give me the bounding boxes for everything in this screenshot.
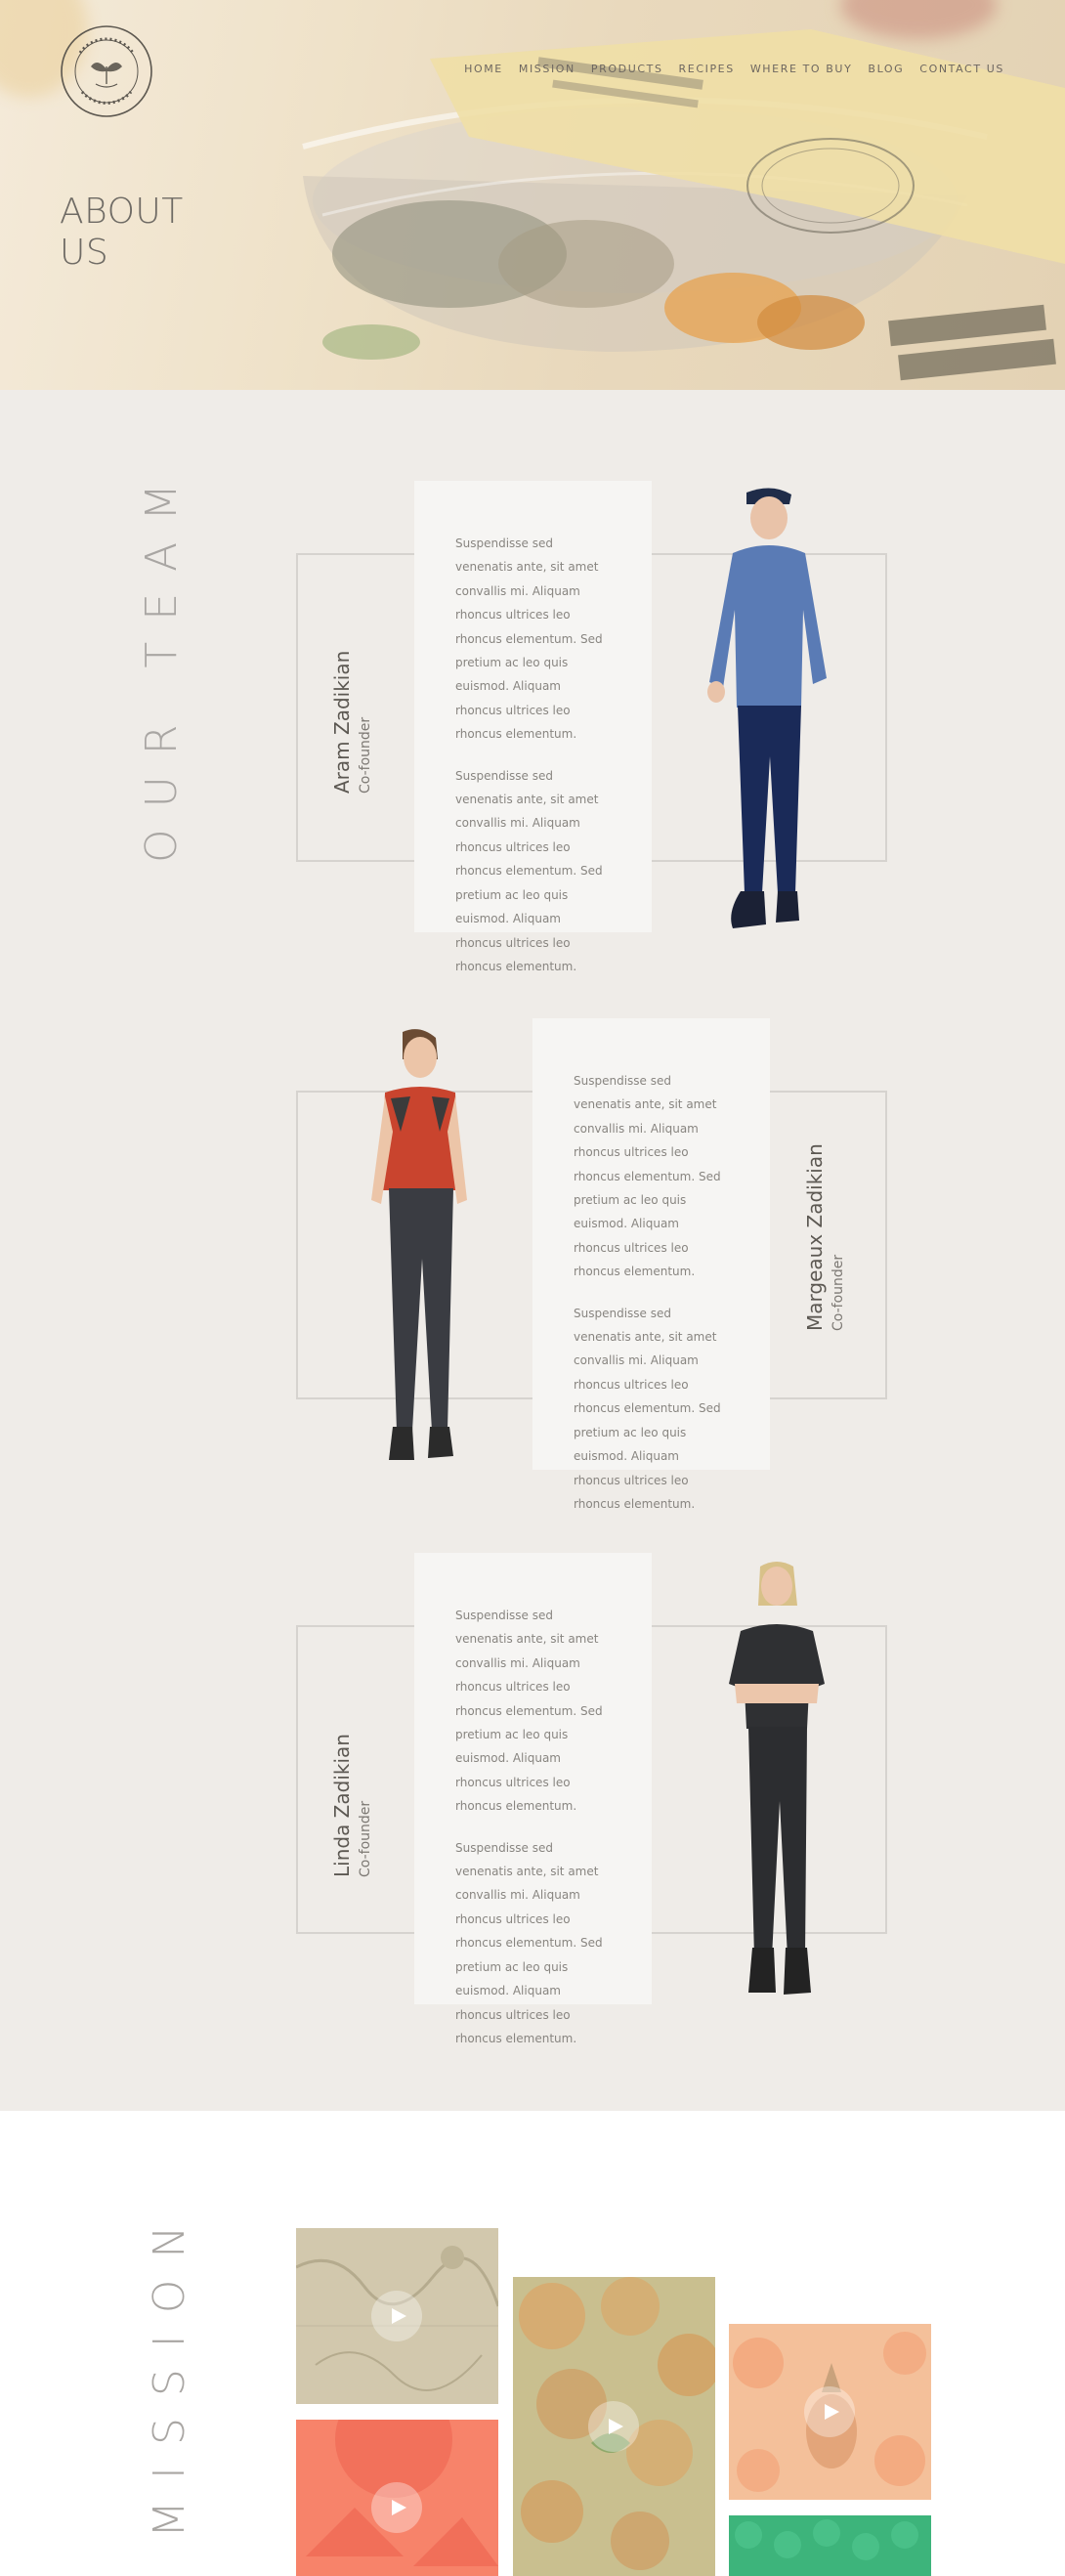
mission-video-tile[interactable] [296,2420,498,2576]
member-name-block: Margeaux Zadikian Co-founder [803,1143,846,1331]
nav-products[interactable]: PRODUCTS [591,63,663,75]
play-icon [825,2404,839,2420]
page-title-line2: US [60,233,109,273]
nav-blog[interactable]: BLOG [868,63,904,75]
play-button[interactable] [371,2482,422,2533]
team-member-card: Aram Zadikian Co-founder Suspendisse sed… [0,481,1065,973]
member-bio-paragraph: Suspendisse sed venenatis ante, sit amet… [455,1609,603,1814]
nav-contact-us[interactable]: CONTACT US [919,63,1004,75]
brand-logo[interactable] [59,23,154,119]
play-button[interactable] [371,2291,422,2341]
mission-video-tile[interactable] [729,2324,931,2500]
play-icon [609,2419,623,2434]
page-title: ABOUT US [60,192,216,274]
member-role: Co-founder [358,1800,373,1877]
nav-where-to-buy[interactable]: WHERE TO BUY [750,63,853,75]
member-bio-paragraph: Suspendisse sed venenatis ante, sit amet… [574,1074,721,1279]
member-name-block: Linda Zadikian Co-founder [330,1734,373,1877]
member-name: Linda Zadikian [330,1734,354,1877]
nav-recipes[interactable]: RECIPES [679,63,735,75]
nav-home[interactable]: HOME [464,63,503,75]
member-name: Margeaux Zadikian [803,1143,827,1331]
hero-banner: HOME MISSION PRODUCTS RECIPES WHERE TO B… [0,0,1065,390]
main-navigation: HOME MISSION PRODUCTS RECIPES WHERE TO B… [464,63,1004,75]
mission-video-tile[interactable] [296,2228,498,2404]
mission-video-tile[interactable] [513,2277,715,2576]
member-bio-card: Suspendisse sed venenatis ante, sit amet… [414,481,652,973]
member-bio-paragraph: Suspendisse sed venenatis ante, sit amet… [455,537,603,742]
product-package-image [302,29,1065,381]
our-team-section: OUR TEAM Aram Zadikian Co-founder Suspen… [0,390,1065,2111]
member-bio-paragraph: Suspendisse sed venenatis ante, sit amet… [455,1840,603,2045]
play-button[interactable] [804,2386,855,2437]
member-role: Co-founder [358,716,373,794]
green-produce-image [735,2519,918,2560]
member-bio-paragraph: Suspendisse sed venenatis ante, sit amet… [455,768,603,973]
team-member-card: Suspendisse sed venenatis ante, sit amet… [0,1018,1065,1511]
member-name-block: Aram Zadikian Co-founder [330,651,373,794]
mission-section: MISSION [0,2111,1065,2576]
play-icon [392,2500,406,2515]
page-title-line1: ABOUT [60,192,184,232]
member-bio-card: Suspendisse sed venenatis ante, sit amet… [532,1018,770,1511]
play-icon [392,2308,406,2324]
mission-section-title: MISSION [145,2204,194,2538]
member-role: Co-founder [831,1254,846,1331]
member-bio-card: Suspendisse sed venenatis ante, sit amet… [414,1553,652,2045]
member-photo-margeaux [371,1029,467,1460]
mission-video-tile[interactable] [729,2515,931,2576]
member-bio-paragraph: Suspendisse sed venenatis ante, sit amet… [574,1306,721,1511]
member-photo-linda [729,1562,825,1995]
play-button[interactable] [588,2401,639,2452]
member-name: Aram Zadikian [330,650,354,794]
member-photo-aram [707,488,827,928]
team-member-card: Linda Zadikian Co-founder Suspendisse se… [0,1553,1065,2045]
nav-mission[interactable]: MISSION [519,63,575,75]
